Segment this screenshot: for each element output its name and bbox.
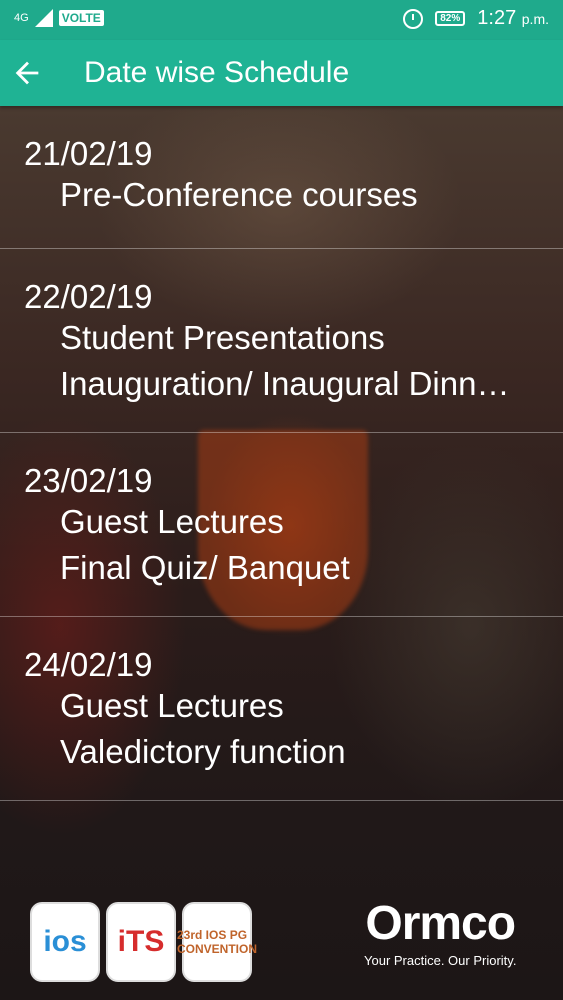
battery-icon: 82% [435, 11, 466, 26]
schedule-event: Pre-Conference courses [60, 176, 418, 213]
schedule-event: Guest Lectures [60, 503, 284, 540]
ios-logo: ios [30, 902, 100, 982]
page-title: Date wise Schedule [84, 56, 350, 89]
schedule-date: 21/02/19 [24, 135, 153, 172]
schedule-row[interactable]: 21/02/19 Pre-Conference courses [0, 106, 563, 249]
schedule-event: Guest Lectures [60, 687, 284, 724]
clock-ampm: p.m. [521, 11, 549, 27]
ormco-tagline: Your Practice. Our Priority. [364, 953, 517, 968]
back-arrow-icon[interactable] [10, 56, 44, 90]
app-bar: Date wise Schedule [0, 40, 563, 106]
schedule-row[interactable]: 24/02/19 Guest Lectures Valedictory func… [0, 617, 563, 801]
schedule-event: Inauguration/ Inaugural Dinn… [60, 365, 510, 402]
alarm-icon [403, 8, 424, 29]
sponsor-logos: ios iTS 23rd IOS PG CONVENTION [30, 902, 257, 982]
convention-logo: 23rd IOS PG CONVENTION [177, 902, 257, 982]
schedule-date: 22/02/19 [24, 278, 153, 315]
schedule-row[interactable]: 22/02/19 Student Presentations Inaugurat… [0, 249, 563, 433]
network-type: 4G [14, 12, 29, 24]
schedule-list: 21/02/19 Pre-Conference courses 22/02/19… [0, 106, 563, 801]
its-logo: iTS [106, 902, 176, 982]
ormco-brand: Ormco [365, 897, 516, 950]
clock: 1:27 p.m. [477, 7, 549, 30]
clock-time: 1:27 [477, 7, 517, 29]
schedule-event: Student Presentations [60, 319, 385, 356]
ormco-logo: Ormco Your Practice. Our Priority. [364, 896, 516, 968]
schedule-date: 24/02/19 [24, 646, 153, 683]
volte-badge: VOLTE [58, 10, 104, 26]
schedule-event: Valedictory function [60, 733, 346, 770]
schedule-row[interactable]: 23/02/19 Guest Lectures Final Quiz/ Banq… [0, 433, 563, 617]
schedule-date: 23/02/19 [24, 462, 153, 499]
signal-icon [34, 9, 53, 27]
schedule-event: Final Quiz/ Banquet [60, 549, 350, 586]
status-bar: 4G VOLTE 82% 1:27 p.m. [0, 0, 563, 40]
